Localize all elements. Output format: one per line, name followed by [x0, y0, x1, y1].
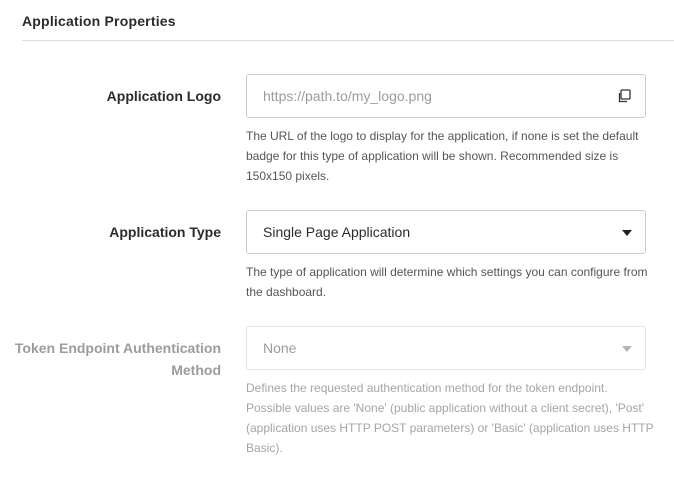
- application-type-value: Single Page Application: [263, 224, 411, 240]
- token-auth-method-label: Token Endpoint Authentication Method: [14, 340, 221, 378]
- application-type-select[interactable]: Single Page Application: [246, 210, 646, 254]
- application-logo-placeholder: https://path.to/my_logo.png: [263, 88, 432, 104]
- application-type-help: The type of application will determine w…: [246, 265, 648, 299]
- copy-icon[interactable]: [617, 89, 631, 103]
- section-header: Application Properties: [22, 0, 674, 41]
- application-type-label: Application Type: [109, 224, 221, 240]
- chevron-down-icon: [622, 230, 632, 236]
- chevron-down-icon: [622, 346, 632, 352]
- token-auth-method-help: Defines the requested authentication met…: [246, 381, 654, 455]
- token-auth-method-value: None: [263, 340, 297, 356]
- application-logo-help: The URL of the logo to display for the a…: [246, 129, 639, 183]
- section-title: Application Properties: [22, 13, 176, 29]
- token-auth-method-select: None: [246, 326, 646, 370]
- application-logo-label: Application Logo: [106, 88, 221, 104]
- application-logo-input[interactable]: https://path.to/my_logo.png: [246, 74, 646, 118]
